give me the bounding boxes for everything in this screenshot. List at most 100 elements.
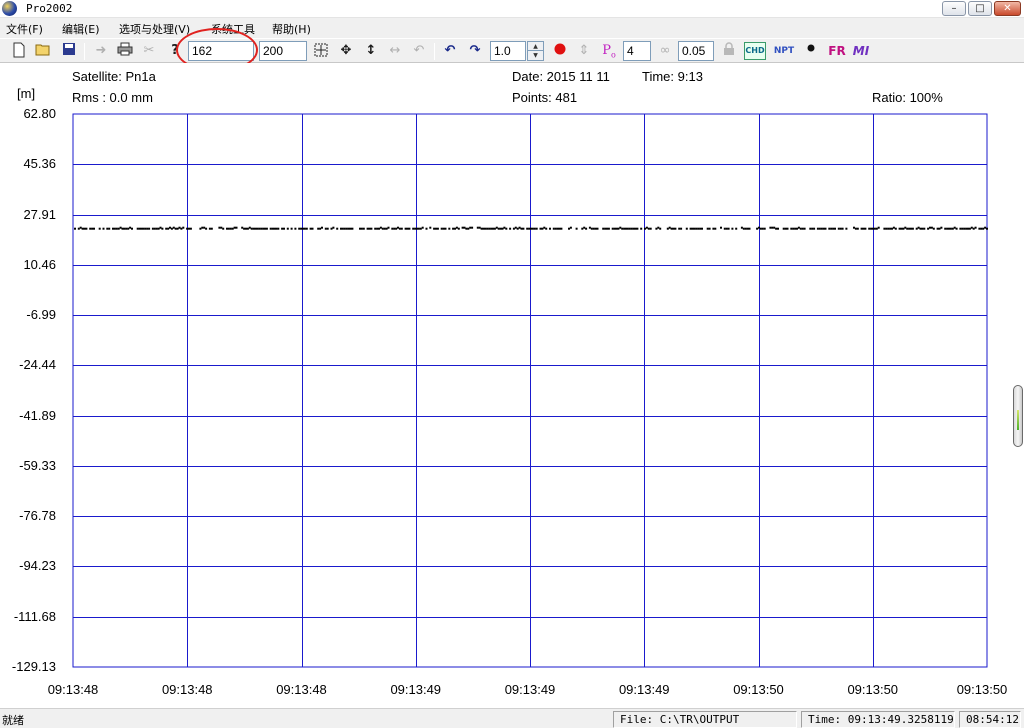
open-folder-icon[interactable]	[34, 42, 52, 60]
data-point	[265, 227, 268, 230]
minimize-button[interactable]: –	[942, 1, 966, 16]
step-input[interactable]: 1.0	[490, 41, 526, 61]
data-point	[596, 227, 599, 230]
menu-file[interactable]: 文件(F)	[6, 21, 43, 37]
data-point	[317, 227, 320, 230]
data-point	[349, 227, 352, 230]
data-point	[98, 227, 101, 230]
data-point	[330, 227, 333, 230]
curve-icon[interactable]: ∞	[656, 42, 674, 60]
menu-options[interactable]: 选项与处理(V)	[119, 21, 190, 37]
data-point	[782, 227, 785, 230]
data-point	[178, 226, 181, 229]
status-clock: 08:54:12	[959, 711, 1021, 728]
record-dot-icon[interactable]	[551, 42, 569, 60]
data-point	[469, 226, 472, 229]
data-point	[695, 227, 698, 230]
data-point	[319, 227, 322, 230]
dot-icon[interactable]	[802, 42, 820, 60]
scroll-thumb[interactable]	[1013, 385, 1023, 447]
zoom-fit-icon[interactable]	[312, 42, 330, 60]
updown-icon[interactable]: ⇕	[575, 42, 593, 60]
data-point	[205, 227, 208, 230]
undo-icon[interactable]: ↶	[410, 42, 428, 60]
data-point	[281, 227, 284, 230]
data-point	[666, 227, 669, 230]
data-point	[885, 227, 888, 230]
lock-icon[interactable]	[720, 42, 738, 60]
spin-up-icon[interactable]: ▲	[528, 42, 543, 51]
data-point	[218, 226, 221, 229]
data-point	[311, 227, 314, 230]
polynomial-icon[interactable]: Po	[600, 42, 618, 60]
data-point	[649, 227, 652, 230]
data-point	[486, 227, 489, 230]
arrow-right-icon[interactable]: ➜	[92, 42, 110, 60]
npt-icon[interactable]: NPT	[773, 42, 795, 60]
y-tick-label: -94.23	[19, 558, 56, 574]
data-point	[159, 226, 162, 229]
scissors-icon[interactable]: ✂	[140, 42, 158, 60]
data-point	[340, 227, 342, 230]
print-icon[interactable]	[116, 42, 134, 60]
data-point	[919, 227, 922, 230]
spin-down-icon[interactable]: ▼	[528, 51, 543, 60]
plot-area[interactable]: Satellite: Pn1a Rms : 0.0 mm Date: 2015 …	[0, 63, 1024, 708]
rotate-left-icon[interactable]: ↶	[441, 42, 459, 60]
data-point	[659, 227, 662, 230]
data-point	[955, 227, 958, 230]
data-point	[273, 227, 276, 230]
rotate-right-icon[interactable]: ↷	[466, 42, 484, 60]
end-epoch-input[interactable]: 200	[259, 41, 307, 61]
data-point	[984, 226, 987, 229]
pan-icon[interactable]: ✥	[337, 42, 355, 60]
data-point	[484, 227, 487, 230]
data-point	[271, 227, 274, 230]
data-point	[495, 226, 498, 229]
data-point	[761, 227, 764, 230]
toolbar: ➜ ✂ ? 162 200 ✥ ↕ ↔ ↶ ↶ ↷ 1.0 ▲ ▼ ⇕ Po 4…	[0, 28, 1024, 72]
data-point	[368, 227, 371, 230]
data-point	[248, 226, 251, 229]
data-point	[169, 226, 171, 229]
data-point	[685, 227, 688, 230]
data-point	[146, 227, 149, 230]
data-point	[900, 227, 903, 230]
data-point	[628, 227, 631, 230]
order-input[interactable]: 4	[623, 41, 651, 61]
x-tick-label: 09:13:50	[847, 682, 899, 697]
chart	[72, 113, 988, 668]
vertical-arrows-icon[interactable]: ↕	[362, 42, 380, 60]
horizontal-arrows-icon[interactable]: ↔	[386, 42, 404, 60]
data-point	[837, 227, 840, 230]
data-point	[568, 227, 570, 230]
data-point	[290, 227, 293, 230]
data-point	[391, 227, 394, 230]
close-button[interactable]: ✕	[994, 1, 1021, 16]
data-point	[300, 227, 303, 230]
save-icon[interactable]	[60, 42, 78, 60]
data-point	[839, 227, 842, 230]
data-point	[834, 227, 836, 230]
threshold-input[interactable]: 0.05	[678, 41, 714, 61]
data-point	[343, 227, 346, 230]
data-point	[231, 227, 234, 230]
x-tick-label: 09:13:50	[733, 682, 784, 697]
new-file-icon[interactable]	[10, 42, 28, 60]
data-point	[332, 226, 335, 229]
data-point	[91, 227, 94, 230]
fr-icon[interactable]: FR	[826, 42, 848, 60]
data-point	[186, 227, 189, 230]
data-point	[269, 227, 272, 230]
menu-edit[interactable]: 编辑(E)	[62, 21, 100, 37]
mi-icon[interactable]: MI	[850, 42, 872, 60]
data-point	[444, 227, 447, 230]
chd-icon[interactable]: CHD	[744, 42, 766, 60]
menu-help[interactable]: 帮助(H)	[272, 21, 311, 37]
data-point	[613, 227, 616, 230]
data-point	[746, 227, 749, 230]
data-point	[965, 227, 968, 230]
maximize-button[interactable]: □	[968, 1, 992, 16]
data-point	[395, 227, 398, 230]
step-spinner[interactable]: ▲ ▼	[527, 41, 544, 61]
